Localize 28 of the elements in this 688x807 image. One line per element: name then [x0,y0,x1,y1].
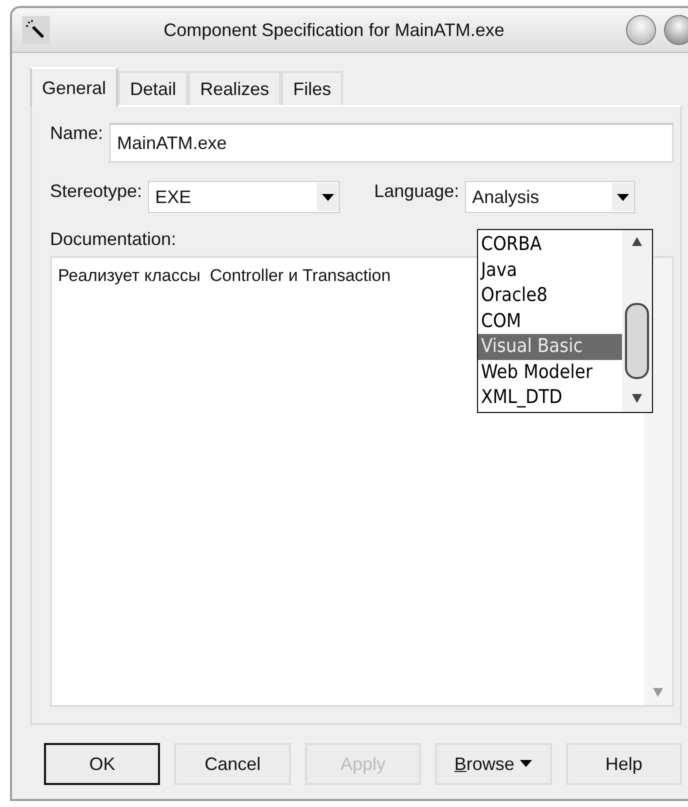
field-label: Language: [374,181,460,202]
caret-icon [520,760,532,768]
scrollbar-drawing[interactable] [622,230,652,412]
list-item[interactable]: COM [478,308,622,334]
dialog-button[interactable]: Browse [435,743,552,785]
list-item[interactable]: Java [478,258,622,283]
wand-icon[interactable] [22,16,50,44]
tab[interactable]: Realizes [188,71,282,105]
tab[interactable]: General [30,67,118,107]
dialog-button[interactable]: OK [44,743,160,785]
list-item[interactable]: XML_DTD [478,385,622,410]
dialog-button[interactable]: Cancel [174,743,291,785]
list-item[interactable]: Oracle8 [478,283,622,308]
list-item[interactable]: Visual Basic [478,334,622,360]
tab[interactable]: Files [281,71,344,105]
stereotype-dropdown[interactable]: EXE [148,181,340,213]
window-title: Component Specification for MainATM.exe [162,20,506,40]
list-item[interactable]: CORBA [478,232,622,258]
close-button[interactable] [664,15,688,45]
field-label: Name: [50,123,104,144]
field-label: Stereotype: [50,181,142,202]
tab[interactable]: Detail [118,71,188,105]
minimize-button[interactable] [626,15,656,45]
language-dropdown[interactable]: Analysis [465,181,636,213]
name-field[interactable]: MainATM.exe [109,123,674,163]
dialog-button[interactable]: Help [566,743,682,785]
documentation-label: Documentation: [50,229,176,250]
list-item[interactable]: Web Modeler [478,360,622,385]
